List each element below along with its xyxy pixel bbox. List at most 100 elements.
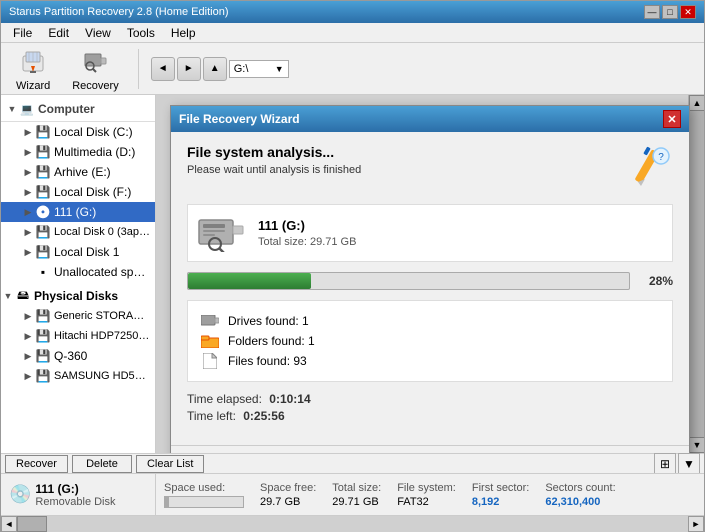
tree-samsung[interactable]: ▶ 💾 SAMSUNG HD502H… <box>1 366 155 386</box>
sectors-count-value: 62,310,400 <box>545 496 615 508</box>
recover-button[interactable]: Recover <box>5 455 68 473</box>
tree-local-disk1[interactable]: ▶ 💾 Local Disk 1 <box>1 242 155 262</box>
sectors-count-label: Sectors count: <box>545 482 615 494</box>
status-space-used: Space used: <box>164 482 244 508</box>
recovery-button[interactable]: Recovery <box>65 43 125 95</box>
tree-111-g[interactable]: ▶ 💿 111 (G:) <box>1 202 155 222</box>
status-space-free: Space free: 29.7 GB <box>260 482 316 508</box>
drives-found-label: Drives found: 1 <box>228 314 309 328</box>
minimize-button[interactable]: — <box>644 5 660 19</box>
physical-icon: 🖴 <box>15 288 31 304</box>
toolbar: Wizard Recovery ◄ ► ▲ G:\ ▼ <box>1 43 704 95</box>
nav-up-btn[interactable]: ▲ <box>203 57 227 81</box>
clear-list-button[interactable]: Clear List <box>136 455 204 473</box>
drive-name: 111 (G:) <box>258 218 356 233</box>
physical-label: Physical Disks <box>34 289 118 303</box>
computer-expander[interactable]: ▼ <box>5 102 19 116</box>
close-button[interactable]: ✕ <box>680 5 696 19</box>
scroll-right-btn[interactable]: ► <box>688 516 704 532</box>
c-label: Local Disk (C:) <box>54 125 133 139</box>
computer-label: Computer <box>38 102 95 116</box>
time-elapsed-label: Time elapsed: <box>187 392 262 406</box>
tree-local-disk0[interactable]: ▶ 💾 Local Disk 0 (3apes… <box>1 222 155 242</box>
drive-info-text: 111 (G:) Total size: 29.71 GB <box>258 218 356 248</box>
unalloc-expander[interactable] <box>21 265 35 279</box>
d-expander[interactable]: ▶ <box>21 145 35 159</box>
drive-total: Total size: 29.71 GB <box>258 236 356 248</box>
progress-track <box>187 272 630 290</box>
wizard-button[interactable]: Wizard <box>9 43 57 95</box>
tree-generic-storage[interactable]: ▶ 💾 Generic STORAGE D… <box>1 306 155 326</box>
physical-expander[interactable]: ▼ <box>1 289 15 303</box>
scroll-left-btn[interactable]: ◄ <box>1 516 17 532</box>
samsung-icon: 💾 <box>35 368 51 384</box>
tree-physical-disks[interactable]: ▼ 🖴 Physical Disks <box>1 286 155 306</box>
space-free-value: 29.7 GB <box>260 496 316 508</box>
disk1-expander[interactable]: ▶ <box>21 245 35 259</box>
menu-edit[interactable]: Edit <box>40 24 77 42</box>
space-used-fill <box>165 497 169 507</box>
time-elapsed-row: Time elapsed: 0:10:14 <box>187 392 673 406</box>
c-expander[interactable]: ▶ <box>21 125 35 139</box>
e-expander[interactable]: ▶ <box>21 165 35 179</box>
recovery-icon <box>79 46 111 78</box>
chevron-down-button[interactable]: ▼ <box>678 453 700 475</box>
disk0-label: Local Disk 0 (3apes… <box>54 226 151 238</box>
tree-unallocated[interactable]: ▪ Unallocated space <box>1 262 155 282</box>
bottom-scrollbar: ◄ ► <box>1 515 704 531</box>
drive-selector[interactable]: G:\ ▼ <box>229 60 289 78</box>
menu-file[interactable]: File <box>5 24 40 42</box>
e-label: Arhive (E:) <box>54 165 111 179</box>
time-left-label: Time left: <box>187 409 236 423</box>
total-size-label: Total size: <box>332 482 381 494</box>
f-expander[interactable]: ▶ <box>21 185 35 199</box>
stat-folders: Folders found: 1 <box>200 333 660 349</box>
progress-section: 28% <box>187 272 673 290</box>
main-content: ▼ 💻 Computer ▶ 💾 Local Disk (C:) ▶ 💾 Mul… <box>1 95 704 453</box>
menu-tools[interactable]: Tools <box>119 24 163 42</box>
tree-local-f[interactable]: ▶ 💾 Local Disk (F:) <box>1 182 155 202</box>
status-filesystem: File system: FAT32 <box>397 482 456 508</box>
status-drive-type: Removable Disk <box>35 496 115 508</box>
scroll-thumb-h[interactable] <box>17 516 47 532</box>
time-left-value: 0:25:56 <box>243 409 284 423</box>
folder-icon <box>200 333 220 349</box>
grid-view-button[interactable]: ⊞ <box>654 453 676 475</box>
drive-info-icon <box>196 213 246 253</box>
nav-forward-btn[interactable]: ► <box>177 57 201 81</box>
toolbar-sep <box>138 49 139 89</box>
menu-help[interactable]: Help <box>163 24 204 42</box>
progress-fill <box>188 273 311 289</box>
tree-local-c[interactable]: ▶ 💾 Local Disk (C:) <box>1 122 155 142</box>
window-controls: — □ ✕ <box>644 5 696 19</box>
stats-section: Drives found: 1 Folders found: 1 <box>187 300 673 382</box>
tree-q360[interactable]: ▶ 💾 Q-360 <box>1 346 155 366</box>
tree-arhive-e[interactable]: ▶ 💾 Arhive (E:) <box>1 162 155 182</box>
q360-icon: 💾 <box>35 348 51 364</box>
dialog-title: File Recovery Wizard <box>179 112 300 126</box>
tree-multimedia-d[interactable]: ▶ 💾 Multimedia (D:) <box>1 142 155 162</box>
status-drive-info: 💿 111 (G:) Removable Disk <box>1 474 156 515</box>
status-bar: 💿 111 (G:) Removable Disk Space used: Sp… <box>1 473 704 515</box>
tree-hitachi[interactable]: ▶ 💾 Hitachi HDP72501… <box>1 326 155 346</box>
disk0-expander[interactable]: ▶ <box>21 225 35 239</box>
dialog-close-button[interactable]: ✕ <box>663 110 681 128</box>
status-total-size: Total size: 29.71 GB <box>332 482 381 508</box>
tree-computer[interactable]: ▼ 💻 Computer <box>5 99 151 119</box>
wizard-icon <box>17 46 49 78</box>
samsung-expander[interactable]: ▶ <box>21 369 35 383</box>
nav-back-btn[interactable]: ◄ <box>151 57 175 81</box>
first-sector-value: 8,192 <box>472 496 529 508</box>
dialog-heading: File system analysis... <box>187 144 361 160</box>
menu-view[interactable]: View <box>77 24 119 42</box>
g-expander[interactable]: ▶ <box>21 205 35 219</box>
maximize-button[interactable]: □ <box>662 5 678 19</box>
computer-icon: 💻 <box>19 101 35 117</box>
delete-button[interactable]: Delete <box>72 455 132 473</box>
q360-expander[interactable]: ▶ <box>21 349 35 363</box>
gs-expander[interactable]: ▶ <box>21 309 35 323</box>
first-sector-label: First sector: <box>472 482 529 494</box>
hitachi-expander[interactable]: ▶ <box>21 329 35 343</box>
g-label: 111 (G:) <box>54 205 96 219</box>
file-recovery-dialog: File Recovery Wizard ✕ File system analy… <box>170 105 690 453</box>
